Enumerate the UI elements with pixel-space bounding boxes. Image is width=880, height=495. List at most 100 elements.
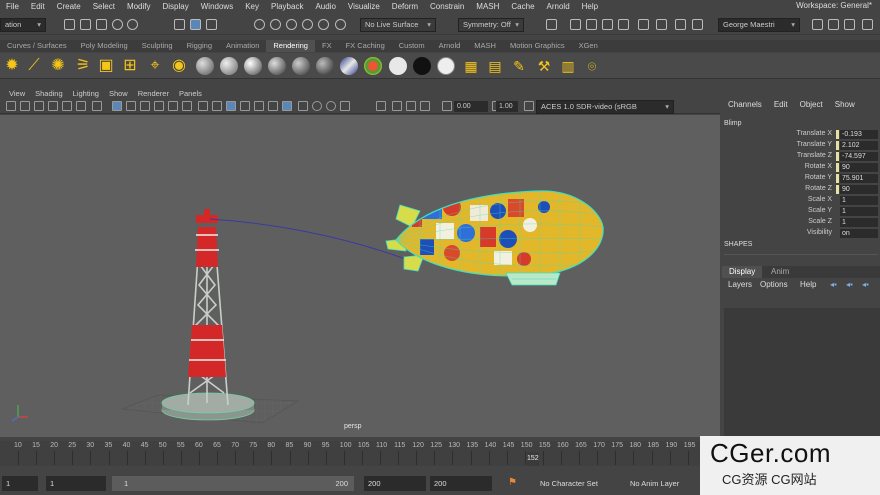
blinn-material-icon[interactable]	[220, 57, 238, 75]
view-transform-dropdown[interactable]: ACES 1.0 SDR-video (sRGB	[536, 100, 674, 114]
isolate-select-icon[interactable]	[376, 101, 386, 111]
attr-value-field[interactable]: 1	[840, 207, 878, 216]
anim-layer-dropdown[interactable]: No Anim Layer	[626, 476, 698, 491]
layer-list[interactable]	[724, 308, 880, 438]
menu-select[interactable]: Select	[87, 0, 121, 14]
ocean-shader-icon[interactable]	[437, 57, 455, 75]
xray-components-icon[interactable]	[420, 101, 430, 111]
channel-menu-edit[interactable]: Edit	[768, 100, 794, 109]
shelf-tab-custom[interactable]: Custom	[392, 40, 432, 52]
surface-shader-icon[interactable]	[389, 57, 407, 75]
menu-mash[interactable]: MASH	[470, 0, 505, 14]
spot-light-icon[interactable]: ⚞	[74, 57, 92, 75]
playback-start-field[interactable]: 1	[46, 476, 106, 491]
grid-icon[interactable]	[92, 101, 102, 111]
open-scene-icon[interactable]	[80, 19, 91, 30]
xray-joints-icon[interactable]	[406, 101, 416, 111]
textured-icon[interactable]	[254, 101, 264, 111]
menu-help[interactable]: Help	[576, 0, 604, 14]
menu-audio[interactable]: Audio	[309, 0, 341, 14]
menu-display[interactable]: Display	[157, 0, 195, 14]
options-menu[interactable]: Options	[760, 280, 788, 289]
tab-anim[interactable]: Anim	[764, 266, 796, 278]
construction-history-icon[interactable]	[546, 19, 557, 30]
light-link-icon[interactable]: ◉	[170, 57, 188, 75]
render-settings-shelf-icon[interactable]: ✎	[510, 57, 528, 75]
lambert-material-icon[interactable]	[196, 57, 214, 75]
animation-start-field[interactable]: 1	[2, 476, 38, 491]
attr-value-field[interactable]: on	[840, 229, 878, 238]
playback-end-field[interactable]: 200	[364, 476, 426, 491]
shelf-tab-sculpting[interactable]: Sculpting	[135, 40, 180, 52]
use-background-icon[interactable]	[413, 57, 431, 75]
menu-cache[interactable]: Cache	[505, 0, 540, 14]
attr-value-field[interactable]: 90	[840, 163, 878, 172]
resolution-gate-icon[interactable]	[126, 101, 136, 111]
ipr-render-icon[interactable]	[602, 19, 613, 30]
exposure-icon[interactable]	[442, 101, 452, 111]
color-management-icon[interactable]	[524, 101, 534, 111]
panel-menu-panels[interactable]: Panels	[174, 89, 207, 98]
use-all-lights-icon[interactable]	[268, 101, 278, 111]
image-plane-icon[interactable]	[48, 101, 58, 111]
time-slider[interactable]: 10 15 20 25 30 35 40 45 50 55 60 65 70 75 80 85 90 95 100 1…	[0, 441, 705, 466]
safe-action-icon[interactable]	[168, 101, 178, 111]
depth-of-field-icon[interactable]	[340, 101, 350, 111]
new-scene-icon[interactable]	[64, 19, 75, 30]
shelf-tab-arnold[interactable]: Arnold	[432, 40, 468, 52]
render-view-icon[interactable]	[570, 19, 581, 30]
menu-create[interactable]: Create	[51, 0, 87, 14]
directional-light-icon[interactable]: ⟋	[25, 57, 43, 75]
layer-move-up-icon[interactable]: ◂▪	[830, 280, 837, 289]
shelf-tab-curves-surfaces[interactable]: Curves / Surfaces	[0, 40, 74, 52]
wireframe-on-shaded-icon[interactable]	[240, 101, 250, 111]
motion-blur-icon[interactable]	[312, 101, 322, 111]
grease-pencil-icon[interactable]	[76, 101, 86, 111]
channel-menu-show[interactable]: Show	[829, 100, 861, 109]
range-slider[interactable]: 1 200	[112, 476, 354, 491]
select-component-icon[interactable]	[206, 19, 217, 30]
menu-key[interactable]: Key	[239, 0, 265, 14]
point-light-icon[interactable]: ✺	[49, 57, 67, 75]
attr-value-field[interactable]: 75.901	[840, 174, 878, 183]
help-menu[interactable]: Help	[800, 280, 816, 289]
smooth-shade-icon[interactable]	[212, 101, 222, 111]
panel-layout-icon[interactable]	[812, 19, 823, 30]
shelf-tab-motion-graphics[interactable]: Motion Graphics	[503, 40, 572, 52]
shelf-tab-xgen[interactable]: XGen	[572, 40, 605, 52]
shelf-tab-rigging[interactable]: Rigging	[180, 40, 219, 52]
shelf-tab-rendering[interactable]: Rendering	[266, 40, 315, 52]
character-controls-icon[interactable]	[675, 19, 686, 30]
gate-mask-icon[interactable]	[140, 101, 150, 111]
ramp-shader-icon[interactable]	[340, 57, 358, 75]
attribute-editor-toggle-icon[interactable]	[692, 19, 703, 30]
select-object-icon[interactable]	[190, 19, 201, 30]
attr-value-field[interactable]: 1	[840, 218, 878, 227]
animation-end-field[interactable]: 200	[430, 476, 492, 491]
anti-aliasing-icon[interactable]	[326, 101, 336, 111]
panel-menu-lighting[interactable]: Lighting	[68, 89, 104, 98]
layer-move-down-icon[interactable]: ◂▪	[846, 280, 853, 289]
shelf-tab-fx-caching[interactable]: FX Caching	[339, 40, 392, 52]
phonge-material-icon[interactable]	[268, 57, 286, 75]
volume-light-icon[interactable]: ⊞	[121, 57, 139, 75]
menu-set-dropdown[interactable]: ation	[0, 18, 46, 32]
menu-file[interactable]: File	[0, 0, 25, 14]
menu-visualize[interactable]: Visualize	[342, 0, 386, 14]
channel-menu-object[interactable]: Object	[794, 100, 829, 109]
menu-playback[interactable]: Playback	[265, 0, 309, 14]
render-view-shelf-icon[interactable]: ▤	[486, 57, 504, 75]
gamma-field[interactable]: 1.00	[496, 101, 518, 112]
use-default-material-icon[interactable]	[226, 101, 236, 111]
menu-constrain[interactable]: Constrain	[424, 0, 470, 14]
xray-icon[interactable]	[392, 101, 402, 111]
ambient-light-icon[interactable]: ✹	[3, 57, 21, 75]
hypershade-icon[interactable]	[638, 19, 649, 30]
new-layer-icon[interactable]: ◂▪	[862, 280, 869, 289]
create-2d-texture-icon[interactable]: ▦	[462, 57, 480, 75]
channel-box-toggle-icon[interactable]	[828, 19, 839, 30]
select-hierarchy-icon[interactable]	[174, 19, 185, 30]
menu-windows[interactable]: Windows	[195, 0, 239, 14]
snap-grid-icon[interactable]	[254, 19, 265, 30]
field-chart-icon[interactable]	[154, 101, 164, 111]
